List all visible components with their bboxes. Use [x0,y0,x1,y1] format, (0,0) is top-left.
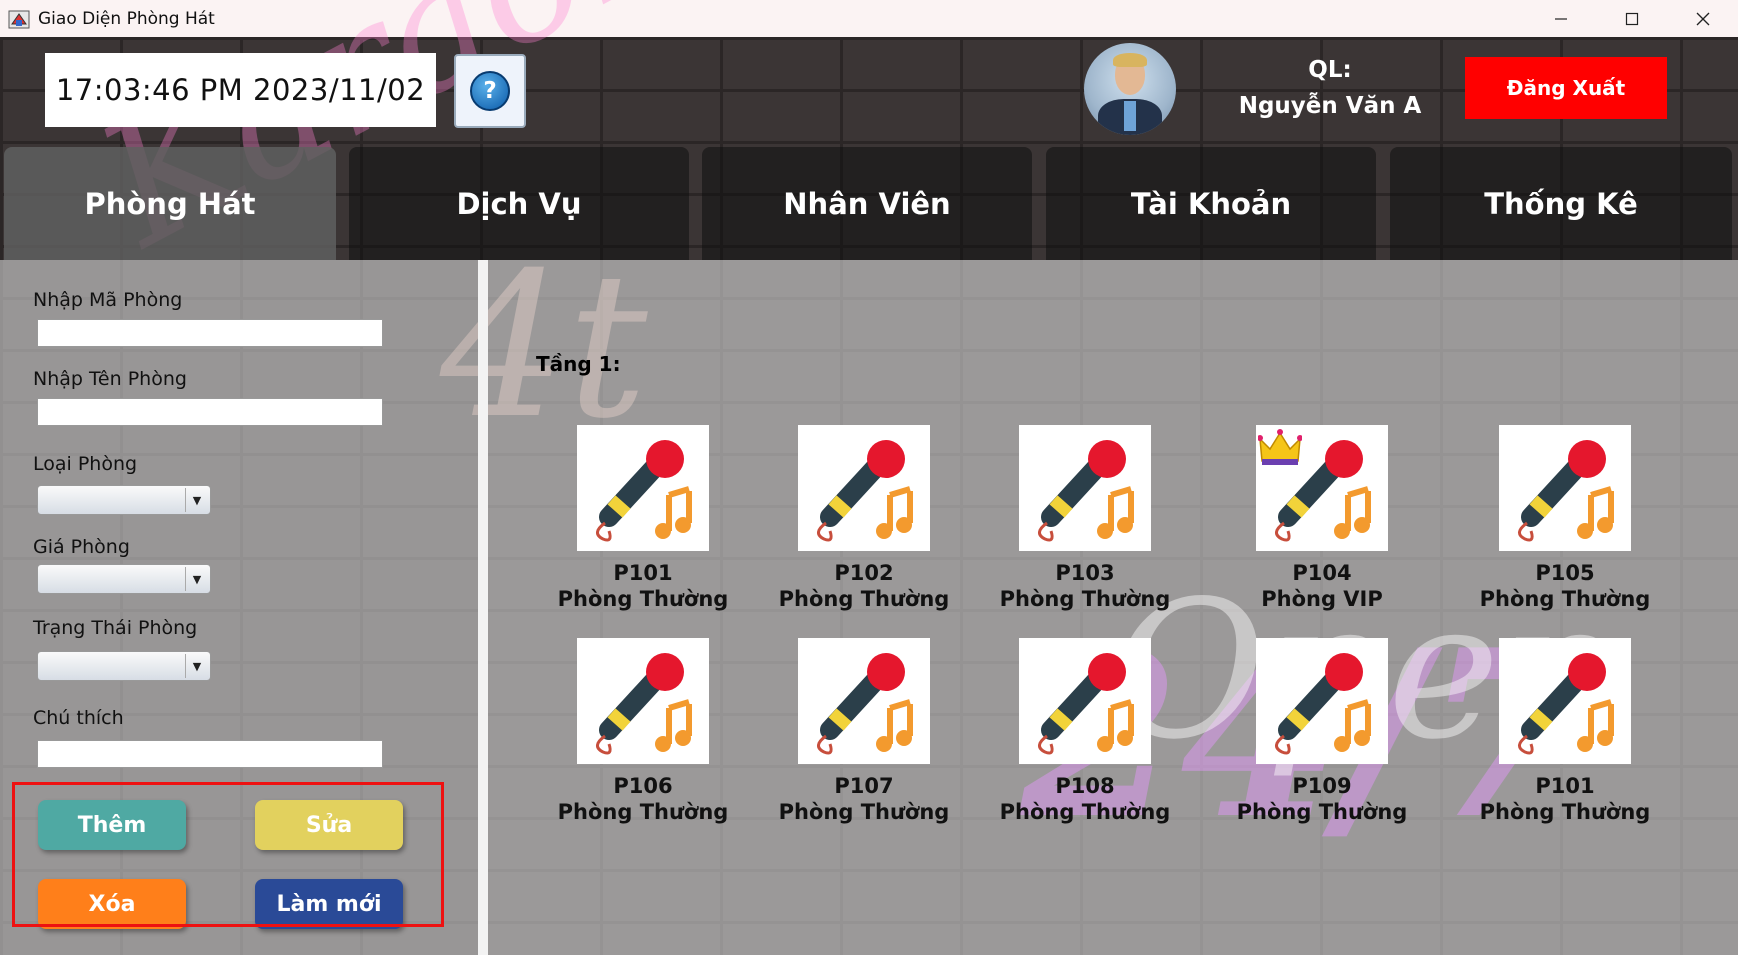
room-code: P101 [613,561,673,585]
microphone-icon [577,638,709,764]
tab-statistics[interactable]: Thống Kê [1390,147,1732,260]
microphone-icon [1499,425,1631,551]
room-type: Phòng Thường [778,800,950,824]
add-button[interactable]: Thêm [38,800,186,850]
question-mark-icon: ? [470,71,510,111]
room-code: P106 [613,774,673,798]
chevron-down-icon: ▼ [185,567,208,591]
room-code: P101 [1535,774,1595,798]
microphone-icon [1019,425,1151,551]
room-card[interactable]: P108 Phòng Thường [975,638,1195,825]
room-card[interactable]: P101 Phòng Thường [533,425,753,612]
edit-button[interactable]: Sửa [255,800,403,850]
help-button[interactable]: ? [454,54,526,128]
room-type: Phòng Thường [557,587,729,611]
minimize-button[interactable] [1525,0,1596,37]
logout-button[interactable]: Đăng Xuất [1465,57,1667,119]
room-card[interactable]: P102 Phòng Thường [754,425,974,612]
room-code: P104 [1292,561,1352,585]
room-status-label: Trạng Thái Phòng [33,617,198,639]
room-type: Phòng VIP [1261,587,1383,611]
room-type: Phòng Thường [999,800,1171,824]
microphone-icon [1256,425,1388,551]
microphone-icon [798,425,930,551]
room-name-input[interactable] [37,398,383,426]
room-card[interactable]: P103 Phòng Thường [975,425,1195,612]
tab-accounts[interactable]: Tài Khoản [1046,147,1376,260]
close-button[interactable] [1667,0,1738,37]
main-nav: Phòng Hát Dịch Vụ Nhân Viên Tài Khoản Th… [0,147,1738,260]
window-controls [1525,0,1738,37]
room-type: Phòng Thường [1236,800,1408,824]
note-input[interactable] [37,740,383,768]
chevron-down-icon: ▼ [185,654,208,678]
room-card[interactable]: P107 Phòng Thường [754,638,974,825]
title-bar: Giao Diện Phòng Hát [0,0,1738,37]
tab-services[interactable]: Dịch Vụ [349,147,689,260]
manager-info: QL: Nguyễn Văn A [1230,52,1430,124]
room-code-label: Nhập Mã Phòng [33,289,183,311]
tab-rooms[interactable]: Phòng Hát [4,147,336,260]
price-select[interactable]: ▼ [37,564,211,594]
maximize-button[interactable] [1596,0,1667,37]
room-code-input[interactable] [37,319,383,347]
delete-button[interactable]: Xóa [38,879,186,929]
window-title: Giao Diện Phòng Hát [38,8,215,29]
java-app-icon [8,8,30,30]
room-type-label: Loại Phòng [33,453,138,475]
panel-divider [478,260,488,955]
room-type: Phòng Thường [1479,800,1651,824]
room-code: P105 [1535,561,1595,585]
floor-label: Tầng 1: [536,352,621,376]
crown-icon [1258,429,1302,465]
microphone-icon [577,425,709,551]
room-card[interactable]: P105 Phòng Thường [1455,425,1675,612]
avatar [1084,43,1176,135]
room-card[interactable]: P106 Phòng Thường [533,638,753,825]
note-label: Chú thích [33,707,124,729]
room-status-select[interactable]: ▼ [37,651,211,681]
room-code: P102 [834,561,894,585]
refresh-button[interactable]: Làm mới [255,879,403,929]
room-card[interactable]: P104 Phòng VIP [1212,425,1432,612]
room-type: Phòng Thường [778,587,950,611]
room-code: P109 [1292,774,1352,798]
microphone-icon [798,638,930,764]
room-code: P103 [1055,561,1115,585]
maximize-icon [1625,12,1638,25]
room-name-label: Nhập Tên Phòng [33,368,187,390]
microphone-icon [1019,638,1151,764]
tab-staff[interactable]: Nhân Viên [702,147,1032,260]
close-icon [1696,12,1709,25]
chevron-down-icon: ▼ [185,488,208,512]
manager-prefix: QL: [1308,57,1352,83]
room-card[interactable]: P101 Phòng Thường [1455,638,1675,825]
price-label: Giá Phòng [33,536,130,558]
microphone-icon [1256,638,1388,764]
minimize-icon [1554,17,1567,20]
app-window: Giao Diện Phòng Hát Karaoke 4t 17:03:46 … [0,0,1738,955]
room-form-panel [0,260,478,955]
room-code: P107 [834,774,894,798]
clock-display: 17:03:46 PM 2023/11/02 [45,53,436,127]
room-type: Phòng Thường [557,800,729,824]
room-card[interactable]: P109 Phòng Thường [1212,638,1432,825]
microphone-icon [1499,638,1631,764]
room-type-select[interactable]: ▼ [37,485,211,515]
manager-name: Nguyễn Văn A [1238,93,1422,119]
room-code: P108 [1055,774,1115,798]
room-type: Phòng Thường [1479,587,1651,611]
room-type: Phòng Thường [999,587,1171,611]
